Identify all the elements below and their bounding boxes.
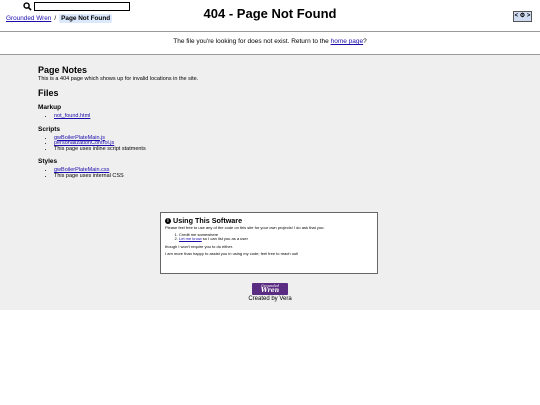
markup-file-link[interactable]: not_found.html: [54, 113, 90, 119]
markup-heading: Markup: [38, 104, 62, 111]
list-item-text: so I can list you as a user: [201, 236, 248, 242]
styles-list: gwBoilerPlateMain.css This page uses int…: [38, 168, 508, 179]
page-content: Page Notes This is a 404 page which show…: [38, 65, 508, 180]
using-software-title-text: Using This Software: [173, 216, 243, 225]
page-header: Grounded Wren / Page Not Found 404 - Page …: [0, 0, 540, 32]
using-software-title: i Using This Software: [165, 216, 373, 225]
list-item: This page uses inline script statments: [54, 145, 508, 153]
page-title: 404 - Page Not Found: [203, 6, 337, 21]
list-item: not_found.html: [54, 113, 508, 120]
notice-text-end: ?: [363, 38, 367, 45]
styles-heading: Styles: [38, 158, 58, 166]
list-item: Let me know so I can list you as a user: [179, 236, 373, 242]
using-software-intro: Please feel free to use any of the code …: [165, 225, 325, 230]
header-divider: [0, 31, 540, 32]
using-software-line3: I am more than happy to assist you in us…: [165, 251, 299, 257]
styles-note: This page uses internal CSS: [54, 172, 124, 179]
using-software-box: i Using This Software Please feel free t…: [160, 212, 378, 274]
list-item: This page uses internal CSS: [54, 172, 508, 180]
grounded-wren-logo[interactable]: Grounded Wren: [252, 283, 288, 295]
not-found-notice: The file you're looking for does not exi…: [0, 38, 540, 45]
page-notes-text: This is a 404 page which shows up for in…: [38, 76, 199, 82]
logo-main-text: Wren: [260, 287, 280, 294]
home-page-link[interactable]: home page: [331, 38, 364, 45]
scripts-note: This page uses inline script statments: [54, 145, 146, 152]
page-notes-heading: Page Notes: [38, 65, 88, 75]
settings-toggle-button[interactable]: < ⚙ >: [513, 11, 532, 22]
notice-text: The file you're looking for does not exi…: [173, 38, 329, 45]
info-icon: i: [165, 217, 171, 224]
markup-list: not_found.html: [38, 113, 508, 120]
using-software-list: Credit me somewhere Let me know so I can…: [165, 232, 373, 242]
scripts-heading: Scripts: [38, 125, 61, 133]
files-heading: Files: [38, 88, 59, 98]
using-software-line2: though I won't require you to do either.: [165, 243, 233, 249]
let-me-know-link[interactable]: Let me know: [179, 236, 202, 241]
credit-text: Created by Vera: [248, 296, 292, 302]
scripts-list: gwBoilerPlateMain.js personalizationCont…: [38, 135, 508, 153]
